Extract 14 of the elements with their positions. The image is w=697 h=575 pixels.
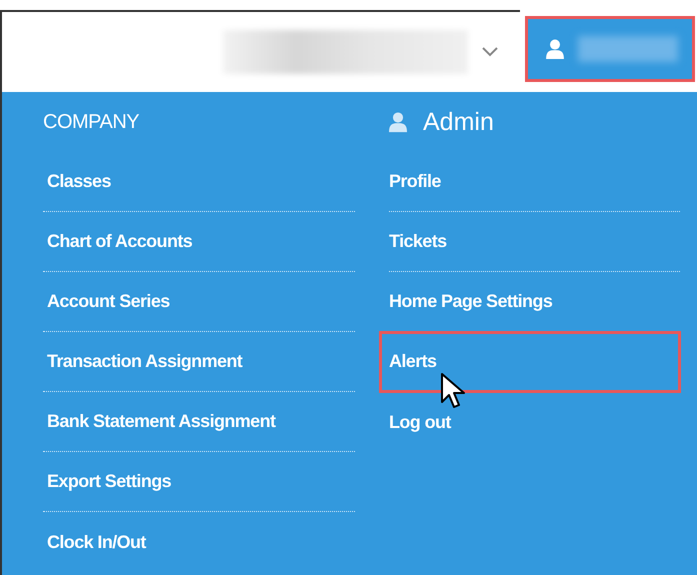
menu-item[interactable]: Transaction Assignment <box>43 332 355 392</box>
menu-item[interactable]: Classes <box>43 152 355 212</box>
section-heading: Admin <box>423 108 494 136</box>
section-heading: COMPANY <box>43 110 140 134</box>
menu-item[interactable]: Log out <box>389 392 680 452</box>
menu-item[interactable]: Profile <box>389 152 680 212</box>
menu-item[interactable]: Chart of Accounts <box>43 212 355 272</box>
menu-item[interactable]: Home Page Settings <box>389 272 680 332</box>
menu-item[interactable]: Account Series <box>43 272 355 332</box>
menu-item[interactable]: Bank Statement Assignment <box>43 392 355 452</box>
menu-item[interactable]: Alerts <box>380 332 680 392</box>
menu-item[interactable]: Tickets <box>389 212 680 272</box>
menu-item[interactable]: Clock In/Out <box>43 512 355 572</box>
menu-item[interactable]: Export Settings <box>43 452 355 512</box>
